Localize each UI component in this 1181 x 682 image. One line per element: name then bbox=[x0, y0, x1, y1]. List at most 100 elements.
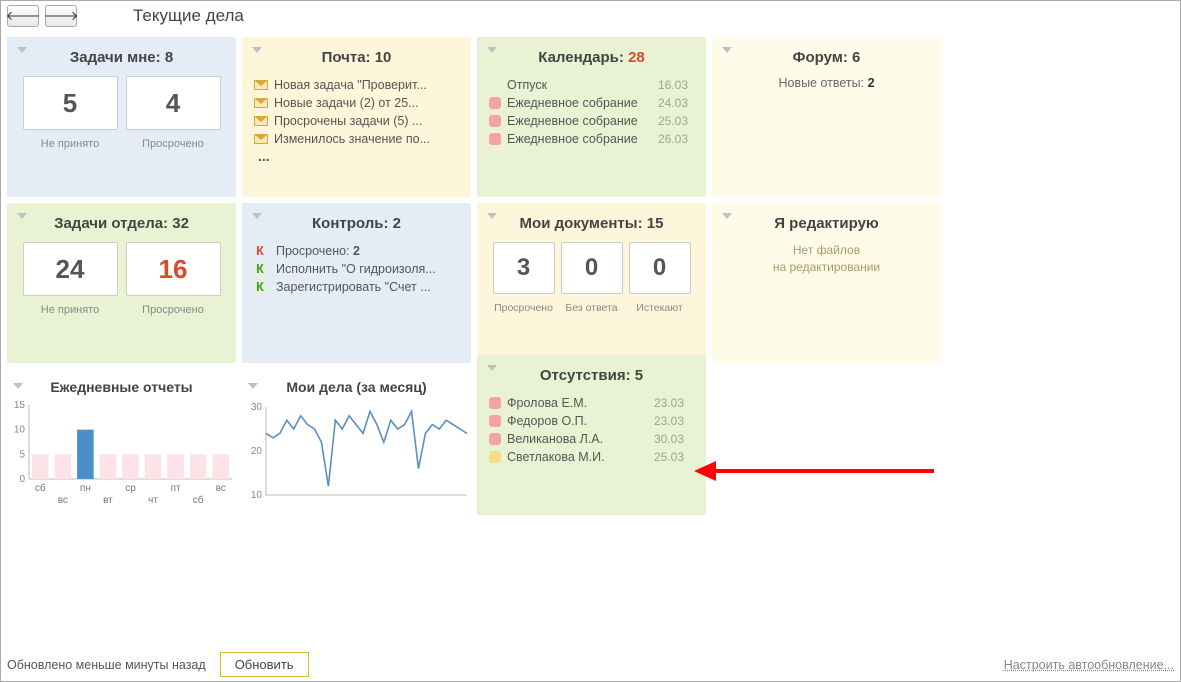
mail-icon bbox=[254, 80, 268, 90]
control-item[interactable]: КИсполнить "О гидроизоля... bbox=[254, 260, 463, 278]
forum-new-answers[interactable]: Новые ответы: 2 bbox=[720, 76, 933, 90]
control-item[interactable]: КПросрочено: 2 bbox=[254, 242, 463, 260]
card-control[interactable]: Контроль: 2 КПросрочено: 2 КИсполнить "О… bbox=[242, 203, 471, 363]
svg-text:сб: сб bbox=[193, 494, 204, 506]
svg-text:0: 0 bbox=[19, 474, 25, 485]
caption: Не принято bbox=[23, 138, 118, 150]
color-square-icon bbox=[489, 433, 501, 445]
mail-item[interactable]: Изменилось значение по... bbox=[254, 130, 463, 148]
svg-text:30: 30 bbox=[251, 402, 263, 413]
card-my-documents[interactable]: Мои документы: 15 3 0 0 Просрочено Без о… bbox=[477, 203, 706, 363]
card-header: Почта: 10 bbox=[250, 49, 463, 66]
color-square-icon bbox=[489, 115, 501, 127]
chevron-down-icon[interactable] bbox=[487, 47, 497, 53]
docs-overdue[interactable]: 3 bbox=[493, 242, 555, 294]
svg-text:вс: вс bbox=[216, 483, 226, 494]
color-square-icon bbox=[489, 415, 501, 427]
card-header: Ежедневные отчеты bbox=[7, 379, 236, 395]
card-mail[interactable]: Почта: 10 Новая задача "Проверит... Новы… bbox=[242, 37, 471, 197]
card-header: Форум: 6 bbox=[720, 49, 933, 66]
k-icon: К bbox=[254, 262, 266, 276]
chevron-down-icon[interactable] bbox=[722, 213, 732, 219]
chevron-down-icon[interactable] bbox=[722, 47, 732, 53]
card-header: Мои документы: 15 bbox=[485, 215, 698, 232]
tasks-dept-not-accepted[interactable]: 24 bbox=[23, 242, 118, 296]
color-square-icon bbox=[489, 397, 501, 409]
k-icon: К bbox=[254, 280, 266, 294]
card-header: Мои дела (за месяц) bbox=[242, 379, 471, 395]
card-absences[interactable]: Отсутствия: 5 Фролова Е.М.23.03 Федоров … bbox=[477, 355, 706, 515]
tasks-me-overdue[interactable]: 4 bbox=[126, 76, 221, 130]
mail-icon bbox=[254, 98, 268, 108]
chevron-down-icon[interactable] bbox=[13, 383, 23, 389]
k-icon: К bbox=[254, 244, 266, 258]
chevron-down-icon[interactable] bbox=[487, 213, 497, 219]
calendar-item[interactable]: Ежедневное собрание25.03 bbox=[489, 112, 698, 130]
calendar-item[interactable]: Ежедневное собрание24.03 bbox=[489, 94, 698, 112]
refresh-button[interactable]: Обновить bbox=[220, 652, 309, 677]
daily-reports-chart: 051015сбвспнвтсрчтптсбвс bbox=[7, 401, 236, 509]
caption: Просрочено bbox=[126, 138, 221, 150]
absence-item[interactable]: Великанова Л.А.30.03 bbox=[489, 430, 698, 448]
color-square-icon bbox=[489, 133, 501, 145]
mail-icon bbox=[254, 134, 268, 144]
mail-item[interactable]: Просрочены задачи (5) ... bbox=[254, 112, 463, 130]
svg-text:15: 15 bbox=[14, 401, 26, 411]
card-editing[interactable]: Я редактирую Нет файловна редактировании bbox=[712, 203, 941, 363]
absence-item[interactable]: Фролова Е.М.23.03 bbox=[489, 394, 698, 412]
my-deals-chart: 10 20 30 bbox=[242, 401, 471, 509]
mail-more[interactable]: ... bbox=[254, 148, 463, 164]
absence-item[interactable]: Федоров О.П.23.03 bbox=[489, 412, 698, 430]
chevron-down-icon[interactable] bbox=[248, 383, 258, 389]
card-header: Задачи отдела: 32 bbox=[15, 215, 228, 232]
chevron-down-icon[interactable] bbox=[17, 213, 27, 219]
card-tasks-me[interactable]: Задачи мне: 8 5 4 Не принято Просрочено bbox=[7, 37, 236, 197]
chevron-down-icon[interactable] bbox=[487, 365, 497, 371]
absences-list: Фролова Е.М.23.03 Федоров О.П.23.03 Вели… bbox=[485, 394, 698, 466]
svg-text:пт: пт bbox=[171, 483, 181, 494]
page-title: Текущие дела bbox=[133, 6, 244, 26]
absence-item[interactable]: Светлакова М.И.25.03 bbox=[489, 448, 698, 466]
calendar-item[interactable]: Отпуск16.03 bbox=[489, 76, 698, 94]
tasks-me-not-accepted[interactable]: 5 bbox=[23, 76, 118, 130]
card-header: Отсутствия: 5 bbox=[485, 367, 698, 384]
svg-text:10: 10 bbox=[251, 490, 263, 501]
color-square-icon bbox=[489, 451, 501, 463]
svg-text:сб: сб bbox=[35, 482, 46, 494]
svg-text:ср: ср bbox=[125, 483, 136, 494]
card-header: Задачи мне: 8 bbox=[15, 49, 228, 66]
mail-list: Новая задача "Проверит... Новые задачи (… bbox=[250, 76, 463, 164]
docs-expiring[interactable]: 0 bbox=[629, 242, 691, 294]
caption: Без ответа bbox=[561, 302, 623, 314]
card-header: Календарь: 28 bbox=[485, 49, 698, 66]
chevron-down-icon[interactable] bbox=[17, 47, 27, 53]
svg-text:пн: пн bbox=[80, 483, 91, 494]
chevron-down-icon[interactable] bbox=[252, 47, 262, 53]
card-forum[interactable]: Форум: 6 Новые ответы: 2 bbox=[712, 37, 941, 197]
tasks-dept-overdue[interactable]: 16 bbox=[126, 242, 221, 296]
caption: Просрочено bbox=[493, 302, 555, 314]
card-calendar[interactable]: Календарь: 28 Отпуск16.03 Ежедневное соб… bbox=[477, 37, 706, 197]
mail-item[interactable]: Новые задачи (2) от 25... bbox=[254, 94, 463, 112]
refresh-status: Обновлено меньше минуты назад bbox=[7, 658, 206, 672]
calendar-list: Отпуск16.03 Ежедневное собрание24.03 Еже… bbox=[485, 76, 698, 148]
settings-autorefresh-link[interactable]: Настроить автообновление... bbox=[1004, 658, 1174, 672]
caption: Не принято bbox=[23, 304, 118, 316]
editing-empty: Нет файловна редактировании bbox=[720, 242, 933, 276]
docs-noanswer[interactable]: 0 bbox=[561, 242, 623, 294]
control-list: КПросрочено: 2 КИсполнить "О гидроизоля.… bbox=[250, 242, 463, 296]
card-my-deals[interactable]: Мои дела (за месяц) 10 20 30 bbox=[242, 375, 471, 515]
svg-text:20: 20 bbox=[251, 446, 263, 457]
mail-icon bbox=[254, 116, 268, 126]
calendar-item[interactable]: Ежедневное собрание26.03 bbox=[489, 130, 698, 148]
card-daily-reports[interactable]: Ежедневные отчеты 051015сбвспнвтсрчтптсб… bbox=[7, 375, 236, 515]
control-item[interactable]: КЗарегистрировать "Счет ... bbox=[254, 278, 463, 296]
chevron-down-icon[interactable] bbox=[252, 213, 262, 219]
back-button[interactable]: 🡐 bbox=[7, 5, 39, 27]
card-header: Контроль: 2 bbox=[250, 215, 463, 232]
card-header: Я редактирую bbox=[720, 215, 933, 232]
forward-button[interactable]: 🡒 bbox=[45, 5, 77, 27]
svg-text:чт: чт bbox=[148, 495, 158, 506]
card-tasks-dept[interactable]: Задачи отдела: 32 24 16 Не принято Проср… bbox=[7, 203, 236, 363]
mail-item[interactable]: Новая задача "Проверит... bbox=[254, 76, 463, 94]
